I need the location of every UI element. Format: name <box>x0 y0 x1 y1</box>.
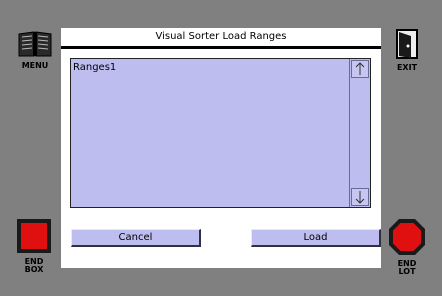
scroll-down-button[interactable] <box>351 188 369 206</box>
list-item[interactable]: Ranges1 <box>73 62 116 73</box>
stop-octagon-icon <box>389 219 425 255</box>
scroll-up-button[interactable] <box>351 60 369 78</box>
ranges-list[interactable]: Ranges1 <box>70 58 371 208</box>
title-divider <box>61 46 381 49</box>
vertical-scrollbar[interactable] <box>349 59 370 207</box>
menu-label: MENU <box>21 61 49 70</box>
red-square-icon <box>17 219 51 253</box>
exit-label: EXIT <box>396 63 418 72</box>
load-button[interactable]: Load <box>251 229 381 247</box>
end-box-label-line2: BOX <box>24 265 44 274</box>
end-box-button[interactable]: END BOX <box>13 218 55 274</box>
cancel-button[interactable]: Cancel <box>71 229 201 247</box>
end-lot-button[interactable]: END LOT <box>386 218 428 276</box>
exit-button[interactable]: EXIT <box>388 28 426 72</box>
menu-button[interactable]: MENU <box>15 30 55 70</box>
arrow-down-icon <box>355 191 365 204</box>
dialog-title: Visual Sorter Load Ranges <box>155 31 287 42</box>
exit-door-icon <box>396 29 418 59</box>
end-lot-label-line2: LOT <box>398 267 416 276</box>
arrow-up-icon <box>355 62 365 75</box>
load-ranges-dialog: Visual Sorter Load Ranges Ranges1 Cancel… <box>61 28 381 268</box>
book-icon <box>18 31 52 57</box>
